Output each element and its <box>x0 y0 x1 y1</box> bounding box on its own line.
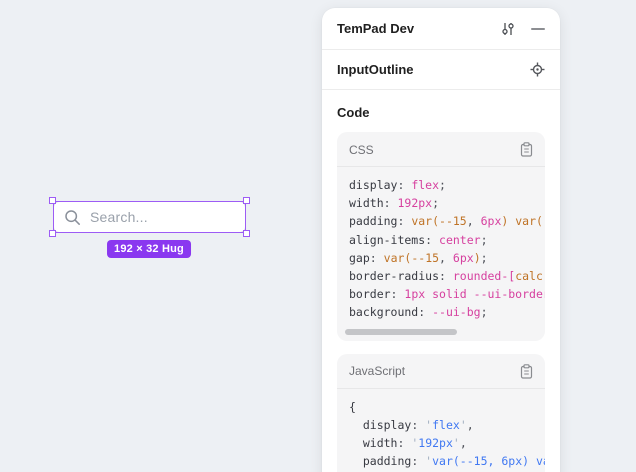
code-section-title: Code <box>337 105 545 120</box>
panel-body: Code CSS display: flex;width: 192px;padd… <box>322 90 560 472</box>
css-code-block: CSS display: flex;width: 192px;padding: … <box>337 132 545 341</box>
crosshair-target-icon <box>530 62 545 77</box>
minimize-icon <box>531 22 545 36</box>
search-input-component[interactable]: Search... <box>53 201 246 233</box>
clipboard-icon <box>520 364 533 379</box>
tempad-dev-panel: TemPad Dev InputOutline <box>322 8 560 472</box>
javascript-code: { display: 'flex', width: '192px', paddi… <box>337 389 545 472</box>
copy-css-button[interactable] <box>520 142 533 157</box>
javascript-block-header: JavaScript <box>337 354 545 389</box>
selected-node-name: InputOutline <box>337 62 414 77</box>
dimensions-badge: 192 × 32 Hug <box>107 240 191 258</box>
javascript-block-label: JavaScript <box>349 364 405 378</box>
css-horizontal-scrollbar <box>343 329 539 335</box>
selected-node-row: InputOutline <box>322 50 560 90</box>
settings-sliders-button[interactable] <box>500 21 516 37</box>
panel-header: TemPad Dev <box>322 8 560 50</box>
css-code: display: flex;width: 192px;padding: var(… <box>337 167 545 324</box>
search-icon <box>64 209 81 226</box>
css-scrollbar-thumb[interactable] <box>345 329 457 335</box>
javascript-code-block: JavaScript { display: 'flex', width: '19… <box>337 354 545 472</box>
search-placeholder-text: Search... <box>90 209 148 225</box>
panel-title: TemPad Dev <box>337 21 414 36</box>
css-block-label: CSS <box>349 143 374 157</box>
copy-javascript-button[interactable] <box>520 364 533 379</box>
sliders-icon <box>500 21 516 37</box>
locate-node-button[interactable] <box>530 62 545 77</box>
minimize-button[interactable] <box>531 22 545 36</box>
css-block-header: CSS <box>337 132 545 167</box>
clipboard-icon <box>520 142 533 157</box>
